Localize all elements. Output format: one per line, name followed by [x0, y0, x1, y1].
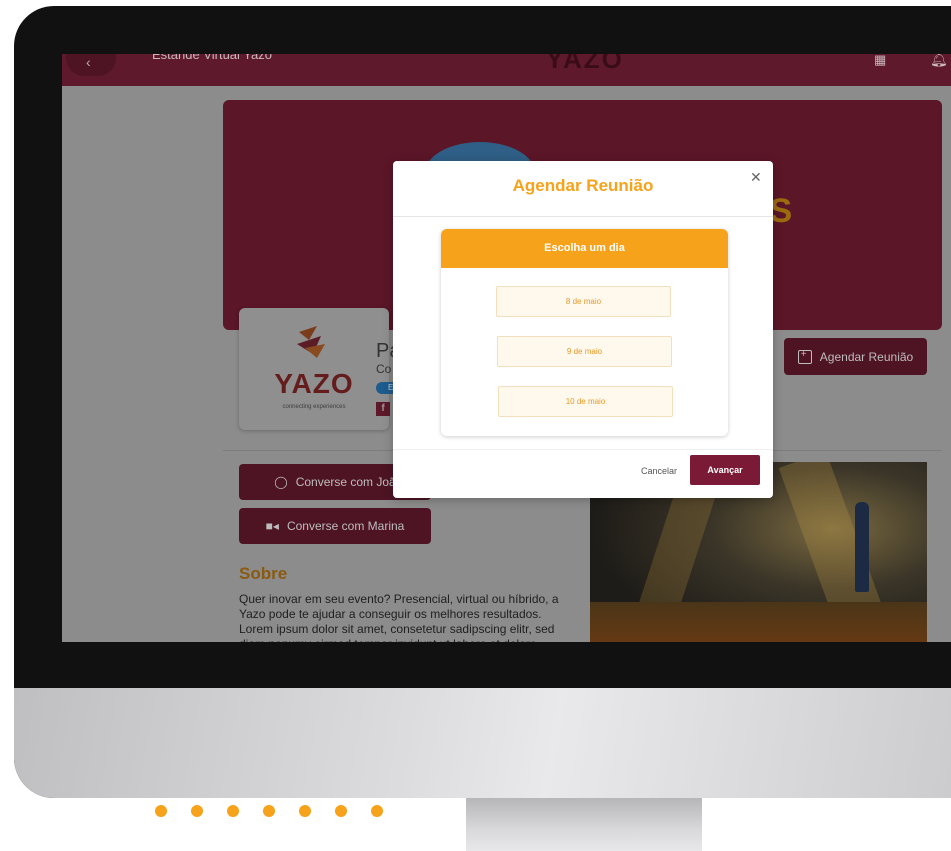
app-bar-title: Estande Virtual Yazo — [152, 54, 272, 62]
dot — [263, 805, 275, 817]
dot — [335, 805, 347, 817]
bell-icon[interactable]: 🔔︎ — [930, 54, 948, 68]
grid-icon[interactable]: ▦ — [874, 54, 886, 68]
app-bar: ‹ Estande Virtual Yazo YAZO ▦ 🔔︎ — [62, 54, 951, 86]
chat-marina-label: Converse com Marina — [286, 519, 405, 533]
monitor-stand — [466, 798, 702, 851]
modal-header: Agendar Reunião ✕ — [393, 161, 773, 217]
decorative-dots — [155, 805, 383, 817]
logo-wordmark: YAZO — [274, 368, 354, 399]
dot — [299, 805, 311, 817]
dot — [155, 805, 167, 817]
stage-floor — [590, 602, 927, 642]
day-option-10-maio[interactable]: 10 de maio — [498, 386, 673, 417]
video-camera-icon: ■◂ — [265, 519, 279, 533]
day-option-9-maio[interactable]: 9 de maio — [497, 336, 672, 367]
schedule-meeting-modal: Agendar Reunião ✕ Escolha um dia 8 de ma… — [393, 161, 773, 498]
yazo-mark-icon — [297, 326, 325, 358]
chat-marina-button[interactable]: ■◂ Converse com Marina — [239, 508, 431, 544]
brand-logo: YAZO — [546, 54, 624, 74]
day-option-8-maio[interactable]: 8 de maio — [496, 286, 671, 317]
screenshot-stage: ‹ Estande Virtual Yazo YAZO ▦ 🔔︎ OS YAZO… — [0, 0, 951, 851]
speaker-figure — [855, 502, 869, 592]
schedule-meeting-label: Agendar Reunião — [819, 349, 914, 364]
modal-title: Agendar Reunião — [512, 176, 654, 195]
dot — [227, 805, 239, 817]
whatsapp-icon: ◯ — [274, 475, 288, 489]
facebook-icon[interactable]: f — [376, 402, 390, 416]
dot — [191, 805, 203, 817]
cancel-button[interactable]: Cancelar — [641, 466, 677, 476]
day-picker-title: Escolha um dia — [441, 229, 728, 268]
next-button[interactable]: Avançar — [690, 455, 760, 485]
monitor-chin — [14, 688, 951, 798]
schedule-meeting-button[interactable]: Agendar Reunião — [784, 338, 927, 375]
back-button[interactable]: ‹ — [66, 54, 116, 76]
dot — [371, 805, 383, 817]
modal-footer-divider — [393, 449, 773, 450]
chat-joao-label: Converse com Joã — [295, 475, 396, 489]
calendar-add-icon — [797, 349, 812, 364]
back-arrow-icon: ‹ — [86, 54, 91, 70]
about-title: Sobre — [239, 564, 288, 583]
close-icon[interactable]: ✕ — [750, 169, 762, 186]
day-picker-card: Escolha um dia 8 de maio 9 de maio 10 de… — [441, 229, 728, 436]
about-text: Quer inovar em seu evento? Presencial, v… — [239, 592, 559, 642]
company-logo-card: YAZO connecting experiences — [239, 308, 389, 430]
company-subtitle: Co — [376, 362, 392, 376]
logo-tagline: connecting experiences — [282, 404, 346, 410]
